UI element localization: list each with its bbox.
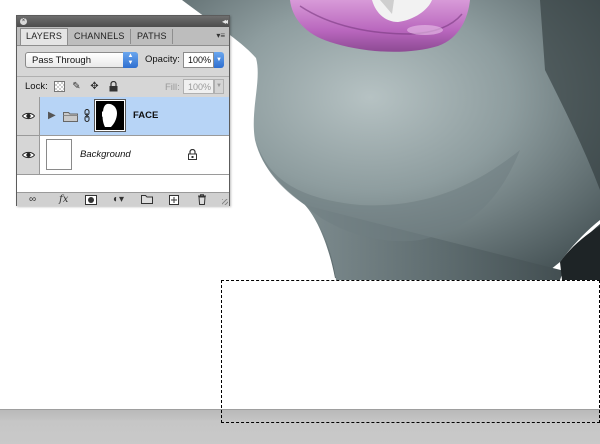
lock-all-icon[interactable] — [108, 80, 119, 92]
layer-mask-thumbnail[interactable] — [94, 99, 126, 132]
lock-transparent-pixels-icon[interactable] — [54, 81, 65, 92]
panel-tabs: LAYERS CHANNELS PATHS ▾≡ — [17, 27, 229, 46]
fx-icon[interactable]: fx — [59, 193, 68, 206]
eye-icon — [22, 151, 35, 159]
trash-icon[interactable] — [197, 193, 207, 206]
new-layer-icon[interactable] — [169, 193, 179, 206]
lock-position-icon[interactable]: ✥ — [89, 81, 100, 92]
folder-icon — [63, 112, 78, 122]
collapse-panel-icon[interactable]: ◂◂ — [222, 16, 228, 27]
opacity-dropdown-icon[interactable]: ▼ — [214, 52, 224, 68]
lock-row: Lock: ✎ ✥ Fill: 100% ▼ — [17, 76, 229, 98]
select-arrows-icon: ▲ ▼ — [123, 52, 138, 68]
lock-image-pixels-icon[interactable]: ✎ — [71, 81, 82, 92]
link-layers-icon[interactable]: ∞ — [29, 193, 36, 206]
add-mask-icon[interactable] — [85, 193, 97, 206]
layer-row-background[interactable]: Background — [17, 136, 229, 175]
layers-list: ▶ FACE Background — [17, 97, 229, 192]
visibility-toggle[interactable] — [17, 97, 40, 135]
tab-paths[interactable]: PATHS — [132, 29, 173, 44]
layer-row-face[interactable]: ▶ FACE — [17, 97, 229, 136]
new-group-icon[interactable] — [141, 193, 153, 206]
tab-layers[interactable]: LAYERS — [20, 28, 69, 45]
panel-footer: ∞ fx ◐▾ — [17, 192, 229, 206]
tab-channels[interactable]: CHANNELS — [69, 29, 131, 44]
eye-icon — [22, 112, 35, 120]
panel-menu-icon[interactable]: ▾≡ — [216, 31, 225, 40]
opacity-input[interactable]: 100% — [183, 52, 214, 68]
layer-name: Background — [80, 149, 131, 160]
visibility-toggle[interactable] — [17, 136, 40, 174]
face-mask-shape — [102, 103, 117, 127]
lock-icon — [188, 149, 197, 160]
adjustment-layer-icon[interactable]: ◐▾ — [113, 193, 124, 206]
fill-label: Fill: — [165, 82, 180, 93]
marquee-selection[interactable] — [221, 280, 600, 423]
panel-titlebar[interactable]: × ◂◂ — [17, 16, 229, 27]
layer-name: FACE — [133, 110, 159, 121]
resize-grip[interactable] — [222, 199, 228, 205]
layer-thumbnail[interactable] — [46, 139, 72, 170]
mask-link-icon[interactable] — [84, 109, 90, 122]
blend-mode-select[interactable]: Pass Through ▲ ▼ — [25, 52, 138, 68]
fill-input[interactable]: 100% — [183, 79, 214, 94]
fill-dropdown-icon[interactable]: ▼ — [214, 79, 224, 94]
layers-panel: × ◂◂ LAYERS CHANNELS PATHS ▾≡ Pass Throu… — [16, 15, 230, 206]
blend-mode-value: Pass Through — [32, 55, 91, 66]
lock-label: Lock: — [25, 81, 48, 92]
opacity-label: Opacity: — [145, 54, 180, 65]
expand-triangle-icon[interactable]: ▶ — [48, 110, 56, 121]
close-icon[interactable]: × — [20, 18, 27, 25]
